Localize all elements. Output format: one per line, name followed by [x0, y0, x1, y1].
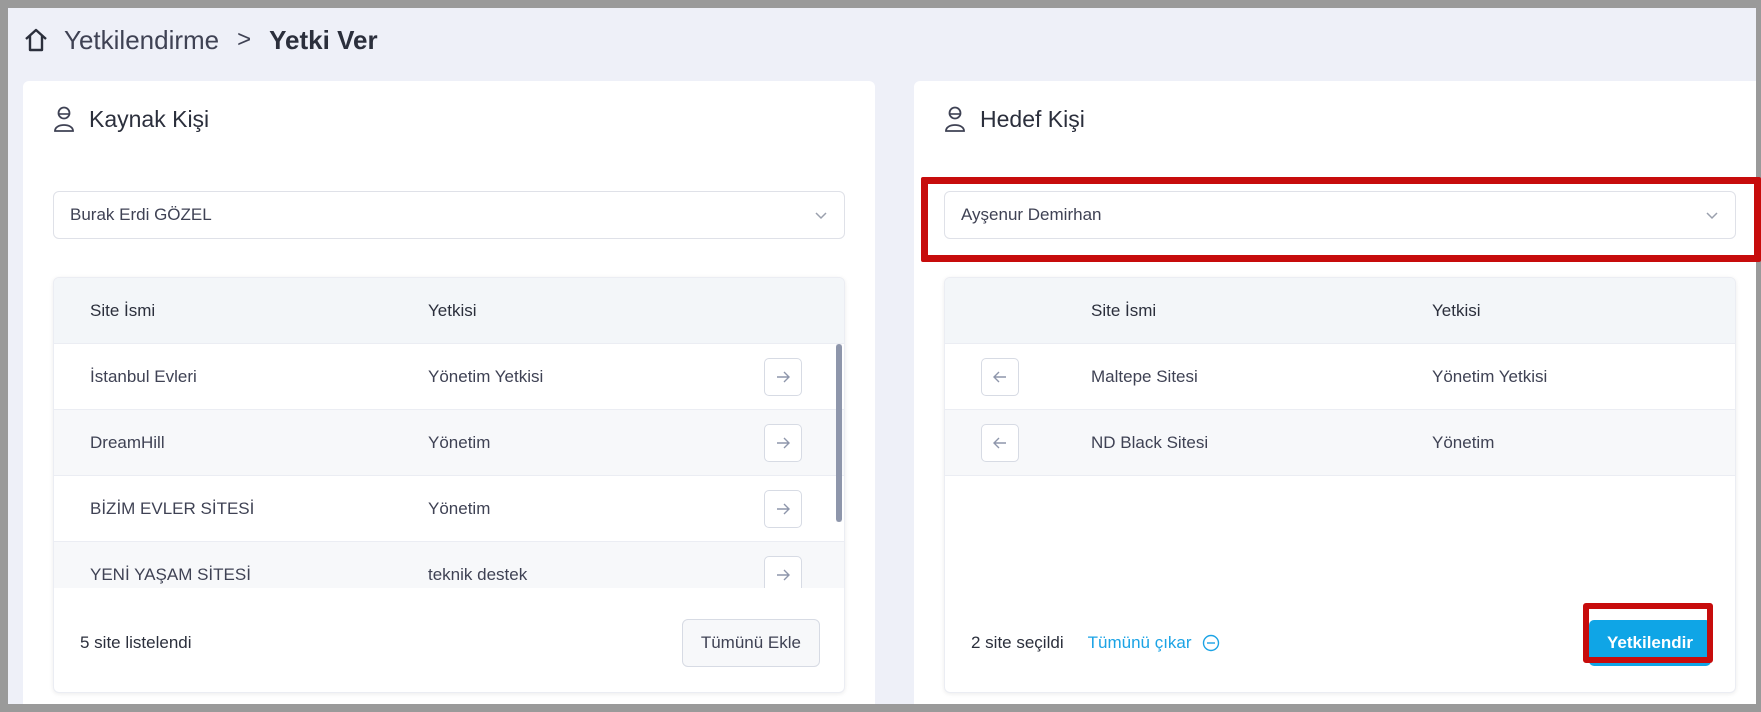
arrow-left-icon	[993, 371, 1006, 382]
table-row: DreamHill Yönetim	[54, 410, 844, 476]
row-role: Yönetim	[428, 498, 491, 518]
target-table-footer: 2 site seçildi Tümünü çıkar Yetkilendir	[945, 592, 1735, 692]
column-header-role: Yetkisi	[1432, 300, 1481, 320]
column-header-site: Site İsmi	[1091, 300, 1157, 320]
breadcrumb: Yetkilendirme > Yetki Ver	[22, 20, 378, 60]
arrow-right-icon	[777, 437, 790, 448]
row-site: İstanbul Evleri	[90, 366, 197, 386]
target-title-text: Hedef Kişi	[980, 105, 1085, 132]
target-person-card: Hedef Kişi Ayşenur Demirhan Site İsmi Ye…	[914, 81, 1756, 704]
move-left-button[interactable]	[981, 357, 1019, 396]
arrow-right-icon	[777, 371, 790, 382]
arrow-left-icon	[993, 437, 1006, 448]
row-site: BİZİM EVLER SİTESİ	[90, 498, 255, 518]
move-right-button[interactable]	[764, 555, 802, 588]
listed-count: 5 site listelendi	[80, 633, 192, 652]
table-row: Maltepe Sitesi Yönetim Yetkisi	[945, 344, 1735, 410]
table-row: YENİ YAŞAM SİTESİ teknik destek	[54, 542, 844, 588]
source-title-text: Kaynak Kişi	[89, 105, 210, 132]
add-all-button[interactable]: Tümünü Ekle	[681, 619, 820, 667]
source-card-title: Kaynak Kişi	[53, 105, 209, 133]
scrollbar-thumb[interactable]	[836, 344, 842, 522]
selected-count: 2 site seçildi	[971, 633, 1064, 652]
row-site: ND Black Sitesi	[1091, 432, 1209, 452]
remove-all-label: Tümünü çıkar	[1087, 633, 1192, 652]
home-icon[interactable]	[22, 26, 50, 54]
move-right-button[interactable]	[764, 357, 802, 396]
chevron-down-icon	[812, 206, 830, 224]
move-right-button[interactable]	[764, 423, 802, 462]
table-header: Site İsmi Yetkisi	[945, 278, 1735, 344]
authorize-button[interactable]: Yetkilendir	[1589, 620, 1711, 666]
table-row: İstanbul Evleri Yönetim Yetkisi	[54, 344, 844, 410]
arrow-right-icon	[777, 503, 790, 514]
row-role: teknik destek	[428, 564, 528, 584]
page-title: Yetki Ver	[269, 24, 378, 55]
column-header-site: Site İsmi	[90, 300, 156, 320]
move-right-button[interactable]	[764, 489, 802, 528]
column-header-role: Yetkisi	[428, 300, 477, 320]
table-scrollbar[interactable]	[836, 344, 842, 522]
source-person-value: Burak Erdi GÖZEL	[70, 205, 212, 224]
minus-circle-icon	[1202, 634, 1220, 652]
target-person-value: Ayşenur Demirhan	[961, 205, 1102, 224]
row-site: Maltepe Sitesi	[1091, 366, 1198, 386]
target-sites-table: Site İsmi Yetkisi Maltepe Sitesi Yönetim…	[944, 277, 1736, 693]
person-icon	[53, 105, 75, 133]
source-sites-table: Site İsmi Yetkisi İstanbul Evleri Yöneti…	[53, 277, 845, 693]
table-header: Site İsmi Yetkisi	[54, 278, 844, 344]
person-icon	[944, 105, 966, 133]
table-row: BİZİM EVLER SİTESİ Yönetim	[54, 476, 844, 542]
row-role: Yönetim	[1432, 432, 1495, 452]
table-row: ND Black Sitesi Yönetim	[945, 410, 1735, 476]
source-table-footer: 5 site listelendi Tümünü Ekle	[54, 592, 844, 692]
remove-all-link[interactable]: Tümünü çıkar	[1088, 633, 1220, 653]
row-site: DreamHill	[90, 432, 165, 452]
row-role: Yönetim Yetkisi	[428, 366, 544, 386]
row-role: Yönetim	[428, 432, 491, 452]
source-person-card: Kaynak Kişi Burak Erdi GÖZEL Site İsmi Y…	[23, 81, 875, 704]
breadcrumb-separator: >	[237, 26, 252, 53]
row-role: Yönetim Yetkisi	[1432, 366, 1548, 386]
breadcrumb-parent[interactable]: Yetkilendirme	[64, 25, 219, 56]
source-table-body[interactable]: İstanbul Evleri Yönetim Yetkisi DreamHil…	[54, 344, 844, 588]
app-frame: Yetkilendirme > Yetki Ver Kaynak Kişi Bu…	[8, 8, 1756, 704]
move-left-button[interactable]	[981, 423, 1019, 462]
target-person-select[interactable]: Ayşenur Demirhan	[944, 191, 1736, 239]
target-card-title: Hedef Kişi	[944, 105, 1085, 133]
arrow-right-icon	[777, 569, 790, 580]
source-person-select[interactable]: Burak Erdi GÖZEL	[53, 191, 845, 239]
chevron-down-icon	[1703, 206, 1721, 224]
row-site: YENİ YAŞAM SİTESİ	[90, 564, 251, 584]
